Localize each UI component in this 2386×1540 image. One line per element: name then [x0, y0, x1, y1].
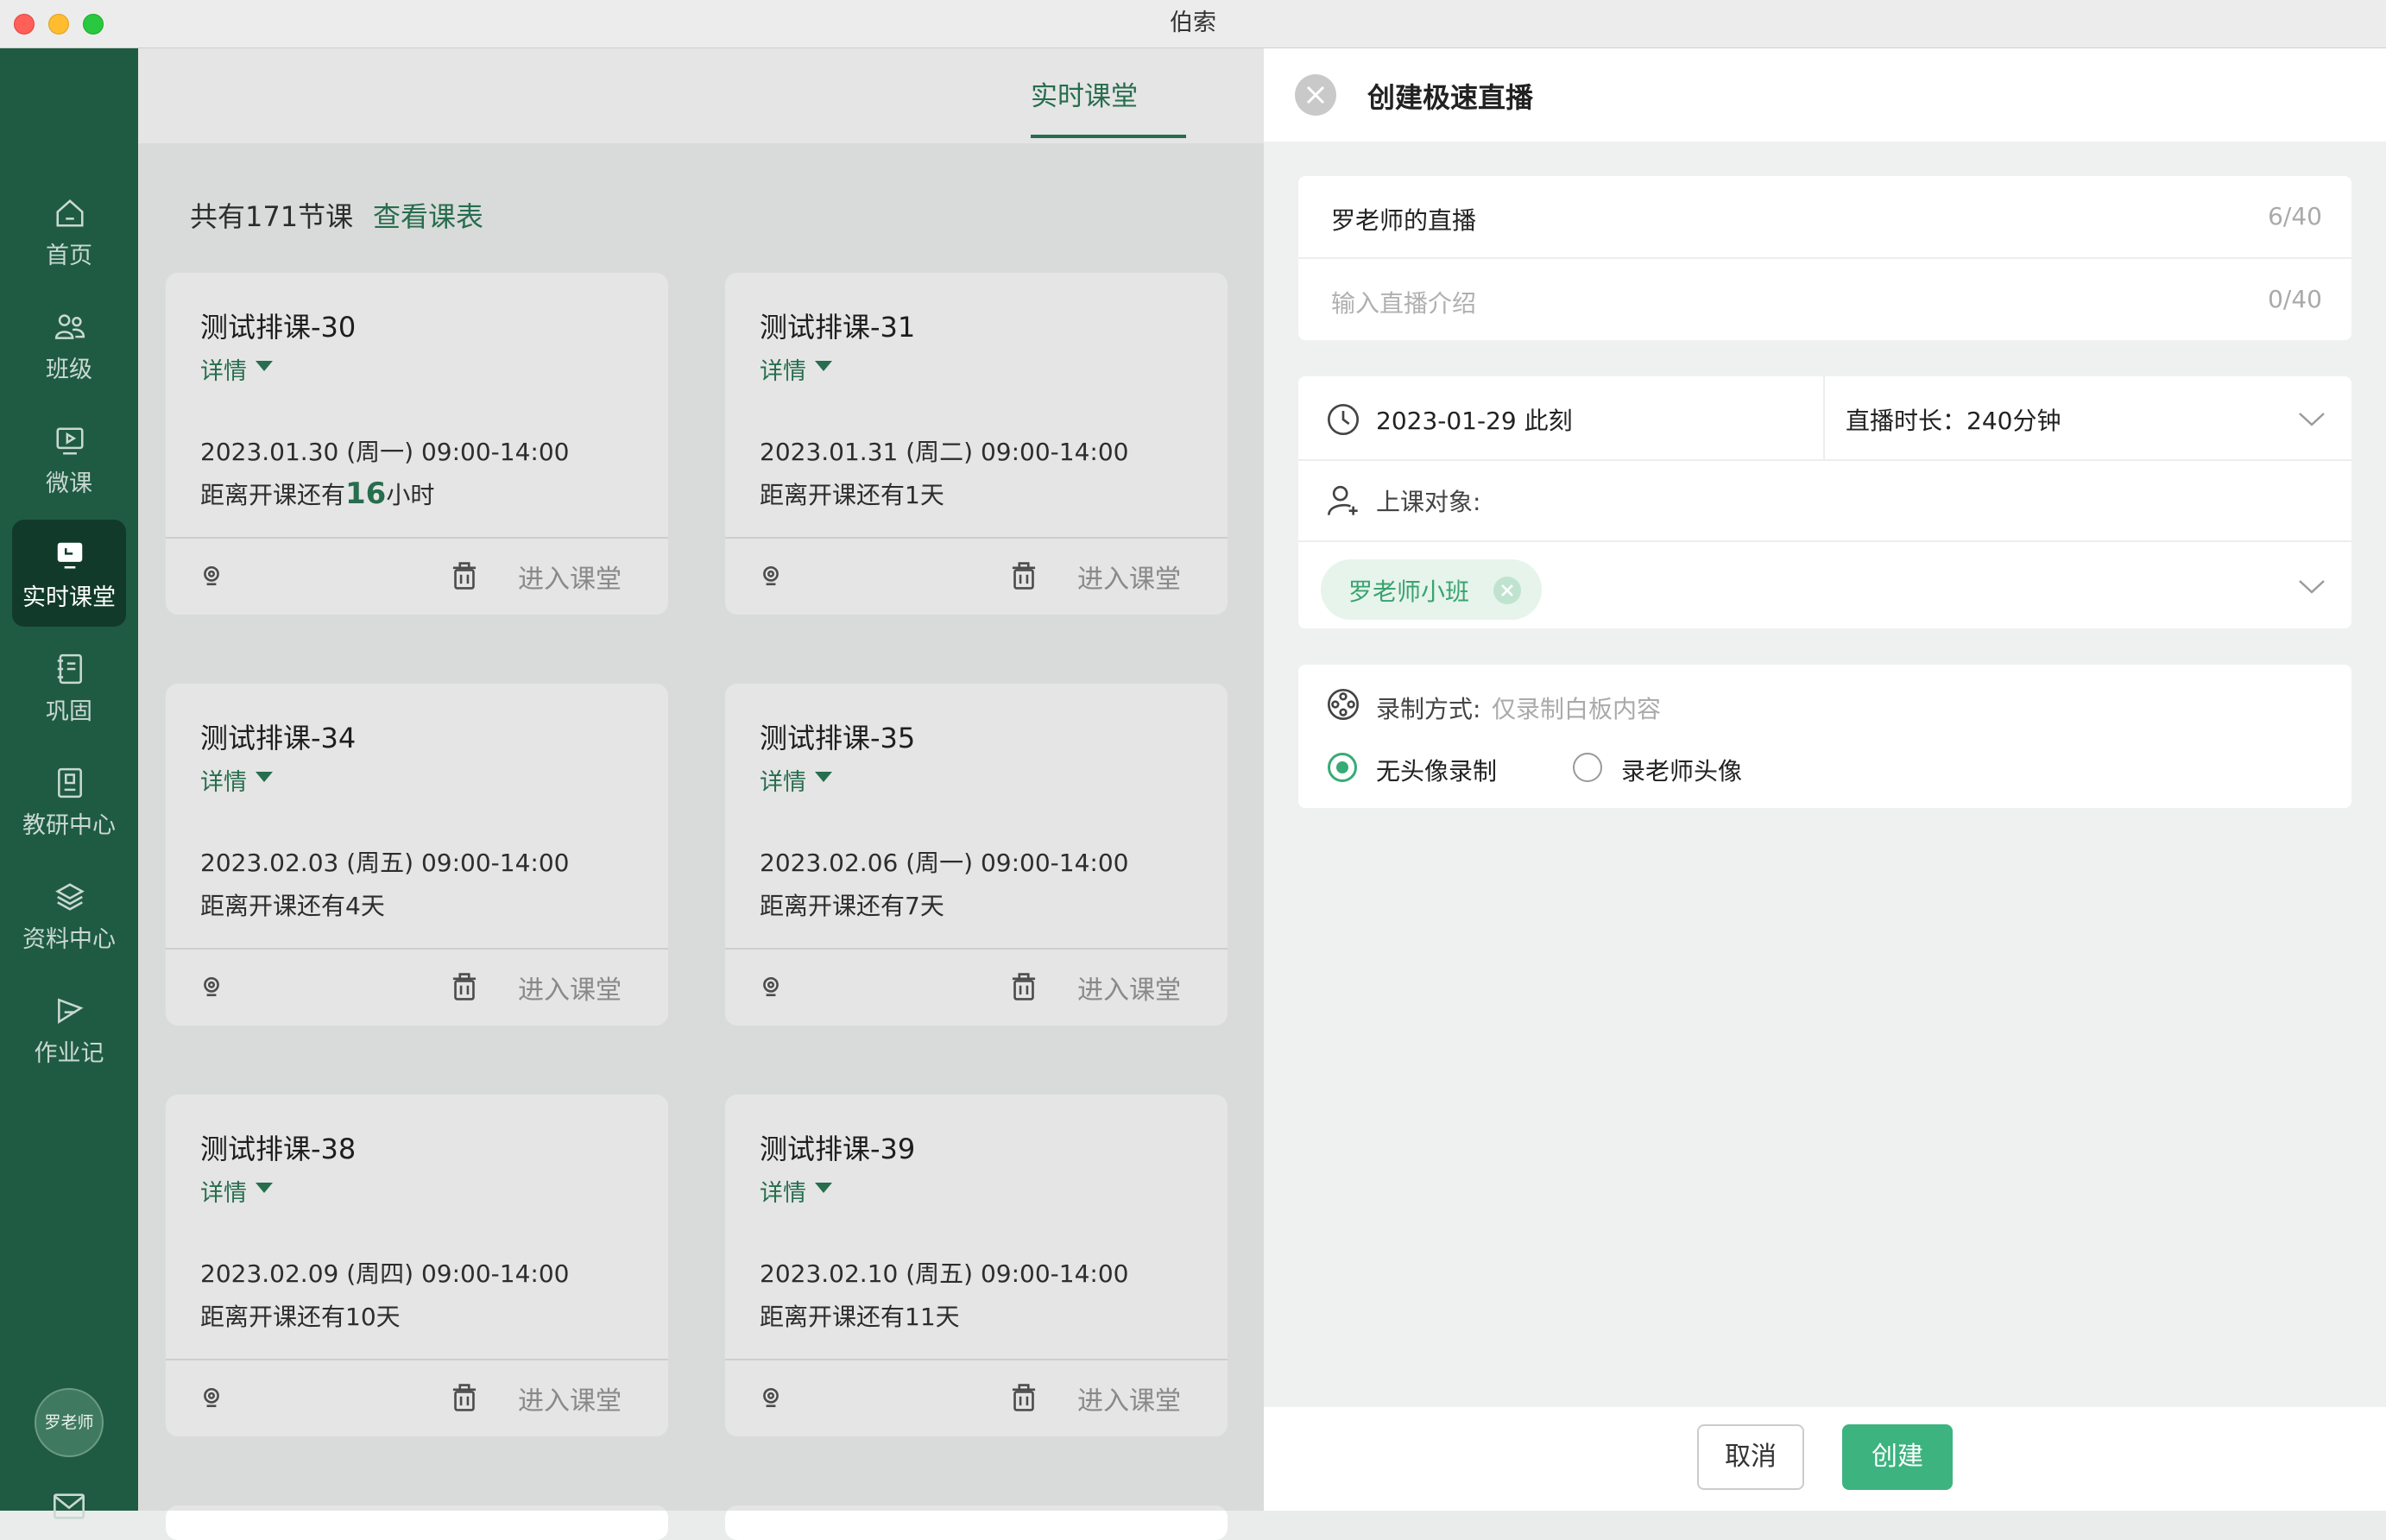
- lesson-card-partial: [725, 1505, 1228, 1540]
- sidebar-item-label: 作业记: [34, 1040, 104, 1067]
- close-icon: [1306, 85, 1325, 104]
- close-panel-button[interactable]: [1295, 74, 1336, 116]
- live-intro-input[interactable]: 输入直播介绍: [1331, 285, 1476, 319]
- radio-no-avatar-label[interactable]: 无头像录制: [1376, 753, 1497, 787]
- record-mode-label: 录制方式:: [1376, 695, 1481, 723]
- audience-label: 上课对象:: [1376, 488, 1481, 516]
- home-icon: [56, 199, 84, 227]
- cancel-button[interactable]: 取消: [1697, 1424, 1804, 1490]
- sidebar-item-microlesson[interactable]: 微课: [12, 406, 126, 513]
- live-classroom-icon: [57, 542, 83, 569]
- panel-footer: 取消 创建: [1264, 1407, 2386, 1511]
- recording-box: 录制方式: 仅录制白板内容 无头像录制 录老师头像: [1298, 665, 2351, 808]
- divider: [1823, 376, 1825, 459]
- sidebar-item-label: 班级: [46, 357, 92, 383]
- live-name-counter: 6/40: [2268, 202, 2322, 230]
- sidebar-item-home[interactable]: 首页: [12, 178, 126, 285]
- users-icon: [54, 314, 85, 339]
- schedule-box: 2023-01-29 此刻 直播时长：240分钟 上课对象: 罗老师小班: [1298, 376, 2351, 628]
- sidebar-item-research[interactable]: 教研中心: [12, 748, 126, 855]
- sidebar-item-label: 巩固: [46, 698, 92, 725]
- live-info-box: 罗老师的直播 6/40 输入直播介绍 0/40: [1298, 176, 2351, 340]
- sidebar-item-homework[interactable]: 作业记: [12, 975, 126, 1082]
- window-title: 伯索: [1170, 9, 1216, 36]
- live-intro-counter: 0/40: [2268, 285, 2322, 313]
- window-titlebar: 伯索: [0, 0, 2386, 48]
- sidebar-item-label: 资料中心: [22, 926, 116, 953]
- sidebar-item-live-classroom[interactable]: 实时课堂: [12, 520, 126, 627]
- video-icon: [56, 427, 84, 455]
- research-icon: [58, 767, 82, 798]
- notebook-icon: [57, 653, 82, 685]
- sidebar-item-label: 微课: [46, 470, 92, 497]
- create-live-panel: 创建极速直播 罗老师的直播 6/40 输入直播介绍 0/40 2023-01-2…: [1264, 48, 2386, 1511]
- film-reel-icon: [1328, 689, 1359, 720]
- homework-icon: [58, 998, 84, 1024]
- layers-icon: [55, 883, 85, 911]
- audience-tag-label: 罗老师小班: [1348, 578, 1470, 606]
- chevron-down-icon[interactable]: [2298, 411, 2326, 428]
- chevron-down-icon[interactable]: [2298, 578, 2326, 596]
- audience-select[interactable]: 罗老师小班: [1298, 542, 2351, 628]
- sidebar: 首页 班级 微课 实时课堂 巩固 教研中心 资料中心 作业记 罗老师: [0, 48, 138, 1519]
- divider: [1298, 459, 2351, 461]
- panel-title: 创建极速直播: [1367, 81, 1534, 114]
- create-button[interactable]: 创建: [1842, 1424, 1953, 1490]
- add-user-icon: [1328, 485, 1358, 515]
- clock-icon: [1328, 404, 1359, 435]
- sidebar-item-materials[interactable]: 资料中心: [12, 862, 126, 969]
- mail-icon[interactable]: [52, 1492, 86, 1521]
- avatar[interactable]: 罗老师: [35, 1388, 104, 1457]
- remove-tag-icon[interactable]: [1493, 577, 1521, 604]
- lesson-card-partial: [166, 1505, 668, 1540]
- sidebar-item-label: 实时课堂: [22, 584, 116, 611]
- date-picker[interactable]: 2023-01-29 此刻: [1376, 402, 1573, 437]
- sidebar-item-label: 教研中心: [22, 812, 116, 839]
- panel-header: 创建极速直播: [1264, 48, 2386, 142]
- radio-no-avatar[interactable]: [1328, 753, 1357, 782]
- modal-overlay[interactable]: [138, 48, 1264, 1511]
- radio-teacher-avatar-label[interactable]: 录老师头像: [1621, 753, 1742, 787]
- live-name-input[interactable]: 罗老师的直播: [1331, 202, 1476, 237]
- divider: [1298, 257, 2351, 259]
- sidebar-item-class[interactable]: 班级: [12, 292, 126, 399]
- record-mode-hint: 仅录制白板内容: [1492, 695, 1662, 723]
- duration-select[interactable]: 直播时长：240分钟: [1846, 402, 2061, 437]
- radio-teacher-avatar[interactable]: [1573, 753, 1602, 782]
- sidebar-item-consolidate[interactable]: 巩固: [12, 634, 126, 741]
- sidebar-item-label: 首页: [46, 243, 92, 269]
- audience-tag: 罗老师小班: [1321, 559, 1542, 620]
